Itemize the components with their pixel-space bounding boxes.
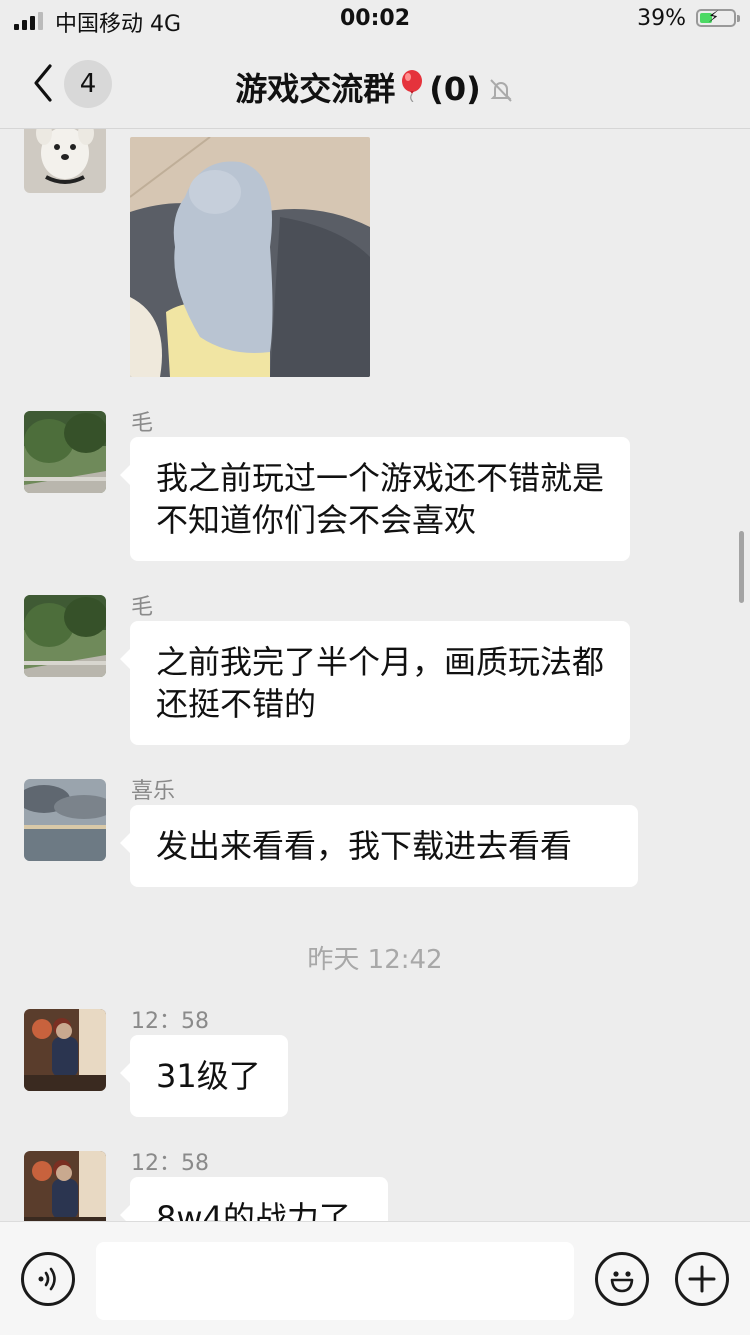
nav-bar: 4 游戏交流群 (0) bbox=[0, 40, 750, 129]
message-bubble[interactable]: 31级了 bbox=[120, 1035, 288, 1117]
message-bubble[interactable]: 我之前玩过一个游戏还不错就是不知道你们会不会喜欢 bbox=[120, 437, 630, 561]
plus-icon bbox=[688, 1265, 716, 1293]
member-count: (0) bbox=[429, 70, 481, 108]
timestamp-separator: 昨天 12:42 bbox=[307, 945, 443, 975]
bell-muted-icon bbox=[487, 74, 515, 112]
chat-title[interactable]: 游戏交流群 (0) bbox=[0, 64, 750, 112]
avatar-person-room[interactable] bbox=[24, 1009, 106, 1091]
avatar-person-room[interactable] bbox=[24, 1151, 106, 1221]
chat-message-list[interactable]: 毛 我之前玩过一个游戏还不错就是不知道你们会不会喜欢 毛 之前我完了半个月，画质… bbox=[0, 129, 750, 1221]
battery-icon: ⚡ bbox=[696, 7, 740, 27]
sender-name: 毛 bbox=[131, 411, 154, 436]
message-input[interactable] bbox=[96, 1242, 574, 1320]
group-name: 游戏交流群 bbox=[235, 70, 396, 108]
input-bar bbox=[0, 1221, 750, 1335]
avatar-sea-sky[interactable] bbox=[24, 779, 106, 861]
sender-name: 12：58 bbox=[131, 1009, 209, 1034]
avatar-white-dog[interactable] bbox=[24, 129, 106, 193]
voice-icon bbox=[38, 1267, 56, 1291]
emoji-icon bbox=[610, 1271, 634, 1293]
sender-name: 12：58 bbox=[131, 1151, 209, 1176]
emoji-button[interactable] bbox=[595, 1252, 649, 1306]
message-bubble[interactable]: 之前我完了半个月，画质玩法都还挺不错的 bbox=[120, 621, 630, 745]
sender-name: 喜乐 bbox=[131, 779, 176, 804]
balloon-icon bbox=[399, 70, 425, 103]
message-bubble[interactable]: 8w4的战力了 bbox=[120, 1177, 388, 1221]
battery-percent: 39% bbox=[637, 6, 686, 31]
voice-button[interactable] bbox=[21, 1252, 75, 1306]
avatar-garden[interactable] bbox=[24, 595, 106, 677]
shared-photo[interactable] bbox=[130, 137, 370, 377]
message-bubble[interactable]: 发出来看看，我下载进去看看 bbox=[120, 805, 638, 887]
sender-name: 毛 bbox=[131, 595, 154, 620]
avatar-garden[interactable] bbox=[24, 411, 106, 493]
status-bar: 中国移动 4G 00:02 39% ⚡ bbox=[0, 0, 750, 40]
scrollbar[interactable] bbox=[739, 531, 744, 603]
plus-button[interactable] bbox=[675, 1252, 729, 1306]
